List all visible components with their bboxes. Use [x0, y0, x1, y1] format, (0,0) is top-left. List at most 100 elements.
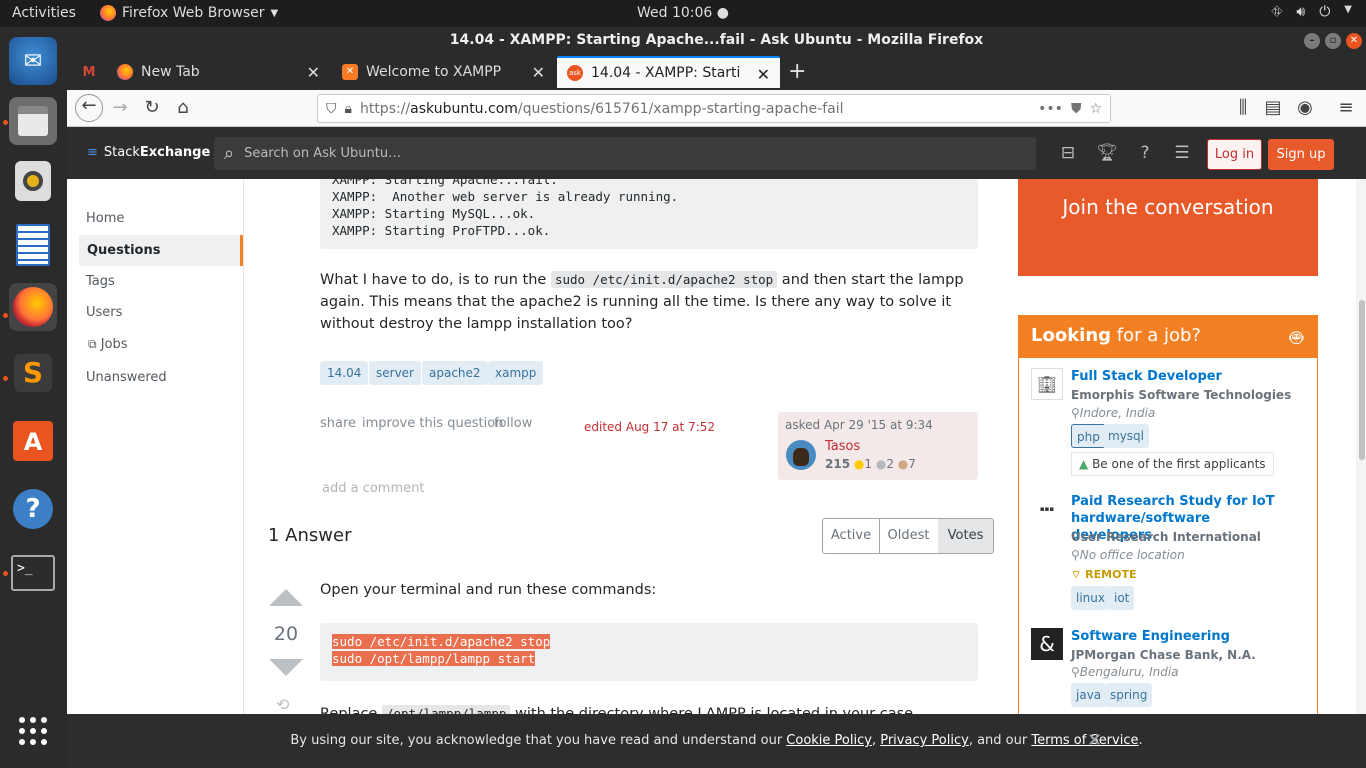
tab-bar: M New Tab ✕ ✕ Welcome to XAMPP ✕ ask 14.… [67, 54, 1366, 90]
job-tag-mysql[interactable]: mysql [1103, 424, 1149, 448]
lock-icon[interactable]: 🔒︎ [345, 101, 352, 117]
sidebar-toggle-icon[interactable]: ▤ [1261, 97, 1285, 121]
follow-link[interactable]: follow [494, 416, 532, 431]
forward-arrow-icon[interactable]: → [108, 97, 132, 121]
window-title: 14.04 - XAMPP: Starting Apache...fail - … [449, 32, 984, 48]
join-text: Join the conversation [1062, 195, 1274, 219]
asked-time: asked Apr 29 '15 at 9:34 [785, 418, 933, 432]
tab-welcome-xampp[interactable]: ✕ Welcome to XAMPP ✕ [332, 56, 555, 88]
stackexchange-logo[interactable]: ≡ StackExchange [87, 145, 210, 160]
gold-badges: 1 [864, 457, 873, 471]
tab-new-tab[interactable]: New Tab ✕ [107, 56, 330, 88]
files-icon[interactable] [9, 97, 57, 145]
rhythmbox-icon[interactable] [9, 157, 57, 205]
sublime-text-icon[interactable]: S [9, 349, 57, 397]
login-button[interactable]: Log in [1207, 139, 1262, 170]
clock-label: Wed 10:06 [637, 5, 713, 21]
sort-oldest-button[interactable]: Oldest [879, 518, 939, 554]
job-tag-spring[interactable]: spring [1105, 683, 1153, 707]
edited-link[interactable]: edited Aug 17 at 7:52 [584, 420, 715, 434]
nav-unanswered[interactable]: Unanswered [86, 370, 167, 385]
achievements-trophy-icon[interactable]: 🏆︎ [1096, 143, 1118, 165]
close-window-button[interactable]: ✕ [1346, 33, 1362, 49]
tag-apache2[interactable]: apache2 [422, 361, 488, 385]
home-icon[interactable]: ⌂ [171, 97, 195, 121]
improve-question-link[interactable]: improve this question [362, 416, 503, 431]
libreoffice-writer-icon[interactable] [9, 221, 57, 269]
library-icon[interactable]: ⫼ [1231, 97, 1255, 121]
cookie-sep: , [871, 733, 881, 748]
help-icon[interactable]: ? [1134, 143, 1156, 165]
tracking-shield-icon[interactable]: ⛉ [326, 101, 337, 117]
logo-exchange: Exchange [139, 145, 211, 160]
add-comment-link[interactable]: add a comment [322, 481, 424, 496]
cookie-policy-link[interactable]: Cookie Policy [786, 733, 872, 748]
new-tab-plus-icon[interactable]: + [788, 59, 806, 84]
avatar[interactable] [786, 440, 816, 470]
close-icon[interactable]: ✕ [532, 63, 545, 82]
clock[interactable]: Wed 10:06 ● [0, 5, 1366, 21]
close-icon[interactable]: ✕ [307, 63, 320, 82]
tag-xampp[interactable]: xampp [488, 361, 544, 385]
close-icon[interactable]: ✕ [1087, 714, 1102, 768]
close-icon[interactable]: ✕ [756, 65, 770, 84]
sort-votes-button[interactable]: Votes [938, 518, 994, 554]
terminal-icon[interactable]: >_ [9, 549, 57, 597]
system-tray[interactable]: ⛗ 🔊︎ ⏻ ▼ [1271, 4, 1352, 20]
job-location: ⚲No office location [1071, 548, 1185, 562]
tag-server[interactable]: server [369, 361, 421, 385]
reload-icon[interactable]: ↻ [140, 97, 164, 121]
nav-users[interactable]: Users [86, 305, 122, 320]
pinned-gmail-tab[interactable]: M [71, 56, 107, 88]
job-title-link[interactable]: Full Stack Developer [1071, 368, 1291, 385]
job-title-link[interactable]: Software Engineering [1071, 628, 1291, 645]
remote-badge: ⌔ REMOTE [1071, 568, 1137, 581]
bookmark-star-icon[interactable]: ☆ [1089, 101, 1102, 117]
privacy-policy-link[interactable]: Privacy Policy [880, 733, 969, 748]
terms-link[interactable]: Terms of Service [1031, 733, 1138, 748]
tab-askubuntu[interactable]: ask 14.04 - XAMPP: Starting Apache...fai… [557, 56, 780, 88]
site-search-input[interactable]: ⌕ Search on Ask Ubuntu… [214, 137, 1036, 170]
nav-jobs[interactable]: ⧉ Jobs [88, 337, 128, 352]
show-applications-icon[interactable] [9, 707, 57, 755]
location-pin-icon: ⚲ [1071, 665, 1080, 679]
help-icon[interactable]: ? [9, 485, 57, 533]
upvote-arrow-icon[interactable] [269, 589, 303, 606]
job-tag-linux[interactable]: linux [1071, 586, 1110, 610]
menu-hamburger-icon[interactable]: ≡ [1334, 97, 1358, 121]
job-tag-php[interactable]: php [1071, 424, 1106, 448]
thunderbird-icon[interactable]: ✉ [9, 37, 57, 85]
downvote-arrow-icon[interactable] [269, 659, 303, 676]
scrollbar-thumb[interactable] [1359, 300, 1365, 460]
url-bar[interactable]: ⛉ 🔒︎ https://askubuntu.com/questions/615… [317, 94, 1111, 123]
share-link[interactable]: share [320, 416, 356, 431]
cookie-end: . [1138, 733, 1143, 748]
maximize-button[interactable]: ▫ [1325, 33, 1341, 49]
pocket-icon[interactable]: ⛊ [1071, 101, 1082, 117]
history-icon[interactable]: ⟲ [276, 695, 289, 714]
job-tag-iot[interactable]: iot [1109, 586, 1135, 610]
question-code-block: XAMPP: Starting Apache...fail. XAMPP: An… [320, 179, 978, 249]
site-switcher-icon[interactable]: ☰ [1171, 143, 1193, 165]
remote-text: REMOTE [1085, 568, 1137, 581]
minimize-button[interactable]: – [1304, 33, 1320, 49]
power-icon: ⏻ [1319, 4, 1331, 20]
nav-home[interactable]: Home [86, 211, 124, 226]
back-arrow-icon[interactable]: ← [75, 94, 103, 122]
inline-code: /opt/lampp/lampp [381, 705, 511, 714]
tag-14-04[interactable]: 14.04 [320, 361, 369, 385]
nav-tags[interactable]: Tags [86, 274, 115, 289]
notification-dot-icon: ● [716, 5, 729, 21]
user-name-link[interactable]: Tasos [825, 439, 860, 454]
signup-button[interactable]: Sign up [1268, 139, 1334, 170]
page-actions-icon[interactable]: ••• [1038, 101, 1063, 117]
account-icon[interactable]: ◉ [1293, 97, 1317, 121]
firefox-dock-icon[interactable] [9, 283, 57, 331]
software-center-icon[interactable]: A [9, 417, 57, 465]
nav-questions[interactable]: Questions [79, 235, 243, 266]
sort-active-button[interactable]: Active [822, 518, 880, 554]
job-tag-java[interactable]: java [1071, 683, 1107, 707]
firefox-icon [117, 64, 133, 80]
inbox-icon[interactable]: ⊟ [1057, 143, 1079, 165]
join-conversation-banner[interactable]: Join the conversation [1018, 179, 1318, 276]
